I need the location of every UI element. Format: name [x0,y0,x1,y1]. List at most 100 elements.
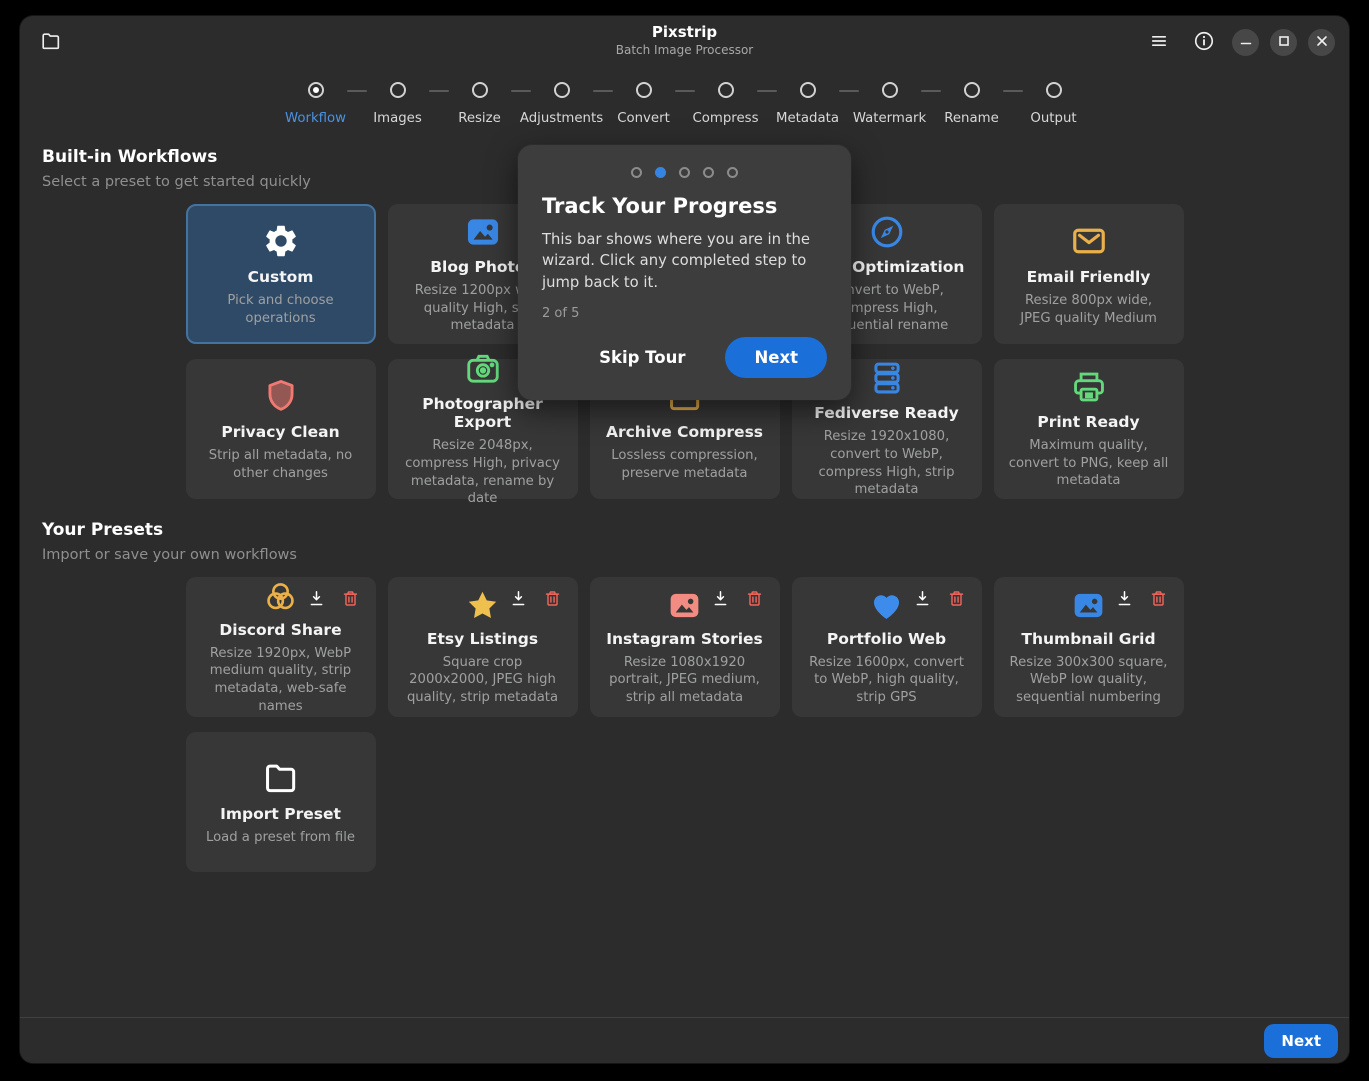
step-radio-icon [1046,82,1062,98]
maximize-button[interactable] [1270,29,1297,56]
workflow-card-email-friendly[interactable]: Email FriendlyResize 800px wide, JPEG qu… [994,204,1184,344]
image-icon [1071,588,1106,623]
step-convert[interactable]: Convert [613,82,675,126]
preset-card-portfolio-web[interactable]: Portfolio Web Resize 1600px, convert to W… [792,577,982,717]
step-radio-selected-icon [308,82,324,98]
step-label: Output [1030,111,1076,126]
folder-icon [262,758,300,798]
app-window: Pixstrip Batch Image Processor [20,16,1349,1063]
step-watermark[interactable]: Watermark [859,82,921,126]
card-title: Print Ready [1037,413,1139,431]
workflow-card-privacy-clean[interactable]: Privacy CleanStrip all metadata, no othe… [186,359,376,499]
step-radio-icon [964,82,980,98]
step-rename[interactable]: Rename [941,82,1003,126]
step-compress[interactable]: Compress [695,82,757,126]
about-button[interactable] [1187,25,1221,59]
export-preset-button[interactable] [509,589,528,608]
card-description: Resize 1080x1920 portrait, JPEG medium, … [605,654,765,707]
step-label: Images [373,111,422,126]
star-icon [465,588,500,623]
trash-icon [543,589,562,608]
preset-actions [913,589,966,608]
export-preset-button[interactable] [913,589,932,608]
tour-popup: Track Your Progress This bar shows where… [518,145,851,400]
wizard-stepper: Workflow Images Resize Adjustments Convert Co… [20,82,1349,126]
shield-icon [262,376,300,416]
export-preset-button[interactable] [711,589,730,608]
minimize-button[interactable] [1232,29,1259,56]
step-connector [757,90,777,92]
delete-preset-button[interactable] [341,589,360,608]
circles-icon [263,579,298,614]
step-radio-icon [390,82,406,98]
step-workflow[interactable]: Workflow [285,82,347,126]
step-output[interactable]: Output [1023,82,1085,126]
window-controls [1142,25,1335,59]
close-button[interactable] [1308,29,1335,56]
step-radio-icon [472,82,488,98]
preset-card-etsy-listings[interactable]: Etsy ListingsSquare crop 2000x2000, JPEG… [388,577,578,717]
trash-icon [745,589,764,608]
step-radio-icon [800,82,816,98]
user-presets-grid: Discord ShareResize 1920px, WebP medium … [42,577,1327,872]
your-presets-heading: Your Presets [42,520,1327,540]
delete-preset-button[interactable] [947,589,966,608]
step-connector [921,90,941,92]
image-icon [667,588,702,623]
card-description: Resize 2048px, compress High, privacy me… [403,437,563,507]
tour-dot-active [655,167,666,178]
workflow-card-print-ready[interactable]: Print Ready Maximum quality, convert to P… [994,359,1184,499]
card-description: Resize 1600px, convert to WebP, high qua… [807,654,967,707]
export-preset-button[interactable] [307,589,326,608]
step-label: Workflow [285,111,346,126]
step-radio-icon [882,82,898,98]
tour-progress-dots [542,167,827,178]
step-adjustments[interactable]: Adjustments [531,82,593,126]
step-label: Adjustments [520,111,603,126]
workflow-card-custom[interactable]: CustomPick and choose operations [186,204,376,344]
maximize-icon [1278,35,1290,50]
card-title: Archive Compress [606,423,763,441]
delete-preset-button[interactable] [745,589,764,608]
card-description: Maximum quality, convert to PNG, keep al… [1009,437,1169,490]
open-files-button[interactable] [34,25,68,59]
tour-next-button[interactable]: Next [725,337,827,378]
tour-dot [703,167,714,178]
tour-popup-body: This bar shows where you are in the wiza… [542,229,827,293]
delete-preset-button[interactable] [543,589,562,608]
heart-icon [869,588,904,623]
hamburger-icon [1149,31,1169,54]
preset-card-instagram-stories[interactable]: Instagram StoriesResize 1080x1920 portra… [590,577,780,717]
step-label: Rename [944,111,999,126]
step-label: Resize [458,111,501,126]
server-icon [868,359,906,397]
preset-card-discord-share[interactable]: Discord ShareResize 1920px, WebP medium … [186,577,376,717]
preset-actions [509,589,562,608]
tour-popup-title: Track Your Progress [542,194,827,218]
trash-icon [947,589,966,608]
step-metadata[interactable]: Metadata [777,82,839,126]
skip-tour-button[interactable]: Skip Tour [599,348,685,367]
delete-preset-button[interactable] [1149,589,1168,608]
step-images[interactable]: Images [367,82,429,126]
card-description: Resize 1920x1080, convert to WebP, compr… [807,428,967,498]
step-resize[interactable]: Resize [449,82,511,126]
step-label: Convert [617,111,670,126]
compass-icon [868,213,906,251]
tour-dot [679,167,690,178]
export-preset-button[interactable] [1115,589,1134,608]
menu-button[interactable] [1142,25,1176,59]
card-description: Lossless compression, preserve metadata [605,447,765,482]
preset-actions [307,589,360,608]
card-title: Portfolio Web [827,630,946,648]
tour-dot [727,167,738,178]
card-description: Square crop 2000x2000, JPEG high quality… [403,654,563,707]
step-label: Watermark [853,111,926,126]
export-icon [711,589,730,608]
import-card-import-preset[interactable]: Import PresetLoad a preset from file [186,732,376,872]
image-icon [464,213,502,251]
step-connector [429,90,449,92]
preset-card-thumbnail-grid[interactable]: Thumbnail GridResize 300x300 square, Web… [994,577,1184,717]
card-title: Photographer Export [403,395,563,431]
wizard-next-button[interactable]: Next [1264,1024,1338,1058]
